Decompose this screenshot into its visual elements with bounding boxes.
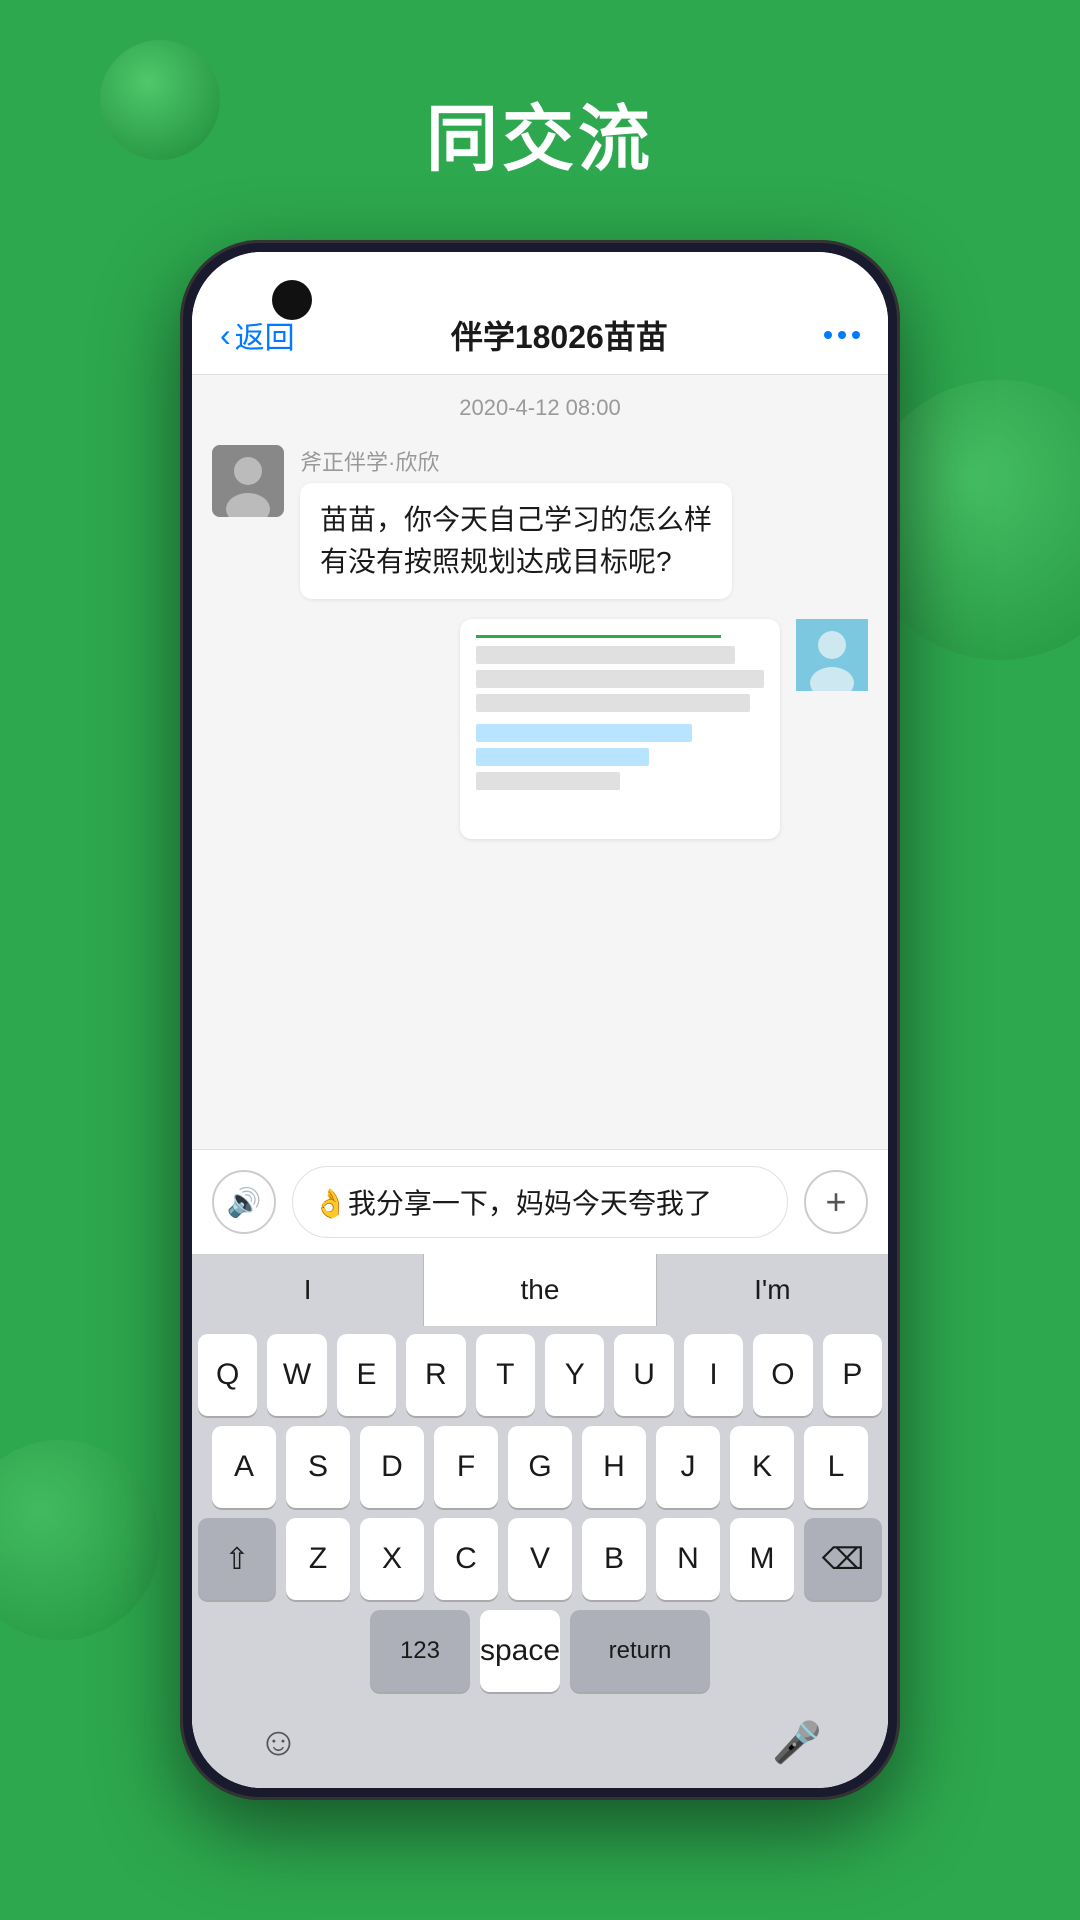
- message-bubble-container: 斧正伴学·欣欣 苗苗，你今天自己学习的怎么样有没有按照规划达成目标呢?: [300, 445, 732, 599]
- phone-screen: ‹ 返回 伴学18026苗苗 2020-4-12 08:00: [192, 252, 888, 1788]
- suggestion-I[interactable]: I: [192, 1254, 424, 1326]
- microphone-icon[interactable]: 🎤: [772, 1719, 822, 1766]
- text-input[interactable]: 👌我分享一下，妈妈今天夸我了: [292, 1166, 788, 1238]
- delete-icon: ⌫: [822, 1542, 864, 1577]
- key-shift[interactable]: ⇧: [198, 1518, 276, 1600]
- key-D[interactable]: D: [360, 1426, 424, 1508]
- note-blue-line-1: [476, 724, 692, 742]
- key-I[interactable]: I: [684, 1334, 743, 1416]
- camera-hole: [272, 280, 312, 320]
- dot-2: [838, 331, 846, 339]
- suggestion-the-text: the: [521, 1274, 560, 1306]
- plus-icon: +: [825, 1181, 846, 1223]
- key-return[interactable]: return: [570, 1610, 710, 1692]
- emoji-icon[interactable]: ☺: [258, 1720, 299, 1765]
- key-F[interactable]: F: [434, 1426, 498, 1508]
- key-A[interactable]: A: [212, 1426, 276, 1508]
- key-T[interactable]: T: [476, 1334, 535, 1416]
- key-nums[interactable]: 123: [370, 1610, 470, 1692]
- dot-3: [852, 331, 860, 339]
- key-row-1: Q W E R T Y U I O P: [198, 1334, 882, 1416]
- key-O[interactable]: O: [753, 1334, 812, 1416]
- nums-label: 123: [400, 1637, 440, 1665]
- note-line-1: [476, 646, 735, 664]
- page-title: 同交流: [0, 80, 1080, 185]
- key-V[interactable]: V: [508, 1518, 572, 1600]
- key-row-3: ⇧ Z X C V B N M ⌫: [198, 1518, 882, 1600]
- dot-1: [824, 331, 832, 339]
- back-button[interactable]: ‹ 返回: [220, 313, 295, 357]
- key-Q[interactable]: Q: [198, 1334, 257, 1416]
- key-B[interactable]: B: [582, 1518, 646, 1600]
- voice-button[interactable]: 🔊: [212, 1170, 276, 1234]
- key-delete[interactable]: ⌫: [804, 1518, 882, 1600]
- input-area: 🔊 👌我分享一下，妈妈今天夸我了 +: [192, 1149, 888, 1254]
- image-bubble: [460, 619, 780, 839]
- note-blue-line-2: [476, 748, 649, 766]
- key-X[interactable]: X: [360, 1518, 424, 1600]
- key-Y[interactable]: Y: [545, 1334, 604, 1416]
- note-line-4: [476, 772, 620, 790]
- voice-icon: 🔊: [227, 1186, 262, 1219]
- key-space[interactable]: space: [480, 1610, 560, 1692]
- key-L[interactable]: L: [804, 1426, 868, 1508]
- image-message: [212, 619, 868, 839]
- note-line-2: [476, 670, 764, 688]
- note-green-line: [476, 635, 721, 638]
- key-K[interactable]: K: [730, 1426, 794, 1508]
- key-row-2: A S D F G H J K L: [198, 1426, 882, 1508]
- bg-circle-bottom-left: [0, 1440, 160, 1640]
- note-paper: [460, 619, 780, 839]
- key-S[interactable]: S: [286, 1426, 350, 1508]
- chat-messages: 2020-4-12 08:00 斧正伴学·欣欣 苗苗，你今天自己学习的怎么: [192, 375, 888, 1149]
- phone-frame: ‹ 返回 伴学18026苗苗 2020-4-12 08:00: [180, 240, 900, 1800]
- key-C[interactable]: C: [434, 1518, 498, 1600]
- key-G[interactable]: G: [508, 1426, 572, 1508]
- key-row-4: 123 space return: [198, 1610, 882, 1692]
- message-bubble: 苗苗，你今天自己学习的怎么样有没有按照规划达成目标呢?: [300, 483, 732, 599]
- message-text: 苗苗，你今天自己学习的怎么样有没有按照规划达成目标呢?: [320, 504, 712, 577]
- sender-name: 斧正伴学·欣欣: [300, 445, 732, 477]
- space-label: space: [480, 1634, 560, 1668]
- key-W[interactable]: W: [267, 1334, 326, 1416]
- keyboard-bottom-bar: ☺ 🎤: [198, 1702, 882, 1782]
- keyboard: Q W E R T Y U I O P A S D F G: [192, 1326, 888, 1788]
- keyboard-suggestions: I the I'm: [192, 1254, 888, 1326]
- key-E[interactable]: E: [337, 1334, 396, 1416]
- key-H[interactable]: H: [582, 1426, 646, 1508]
- received-message: 斧正伴学·欣欣 苗苗，你今天自己学习的怎么样有没有按照规划达成目标呢?: [212, 445, 868, 599]
- key-Z[interactable]: Z: [286, 1518, 350, 1600]
- key-R[interactable]: R: [406, 1334, 465, 1416]
- return-label: return: [609, 1637, 672, 1665]
- suggestion-the[interactable]: the: [424, 1254, 656, 1326]
- message-timestamp: 2020-4-12 08:00: [212, 395, 868, 421]
- recipient-avatar: [796, 619, 868, 691]
- sender-avatar: [212, 445, 284, 517]
- shift-icon: ⇧: [224, 1542, 249, 1577]
- key-P[interactable]: P: [823, 1334, 882, 1416]
- key-J[interactable]: J: [656, 1426, 720, 1508]
- chat-title: 伴学18026苗苗: [295, 312, 824, 358]
- note-line-3: [476, 694, 750, 712]
- chat-app: ‹ 返回 伴学18026苗苗 2020-4-12 08:00: [192, 252, 888, 1788]
- suggestion-im-text: I'm: [754, 1274, 790, 1306]
- back-label: 返回: [235, 313, 295, 357]
- key-M[interactable]: M: [730, 1518, 794, 1600]
- key-U[interactable]: U: [614, 1334, 673, 1416]
- plus-button[interactable]: +: [804, 1170, 868, 1234]
- suggestion-im[interactable]: I'm: [657, 1254, 888, 1326]
- more-button[interactable]: [824, 331, 860, 339]
- suggestion-I-text: I: [304, 1274, 312, 1306]
- back-chevron-icon: ‹: [220, 317, 231, 354]
- key-N[interactable]: N: [656, 1518, 720, 1600]
